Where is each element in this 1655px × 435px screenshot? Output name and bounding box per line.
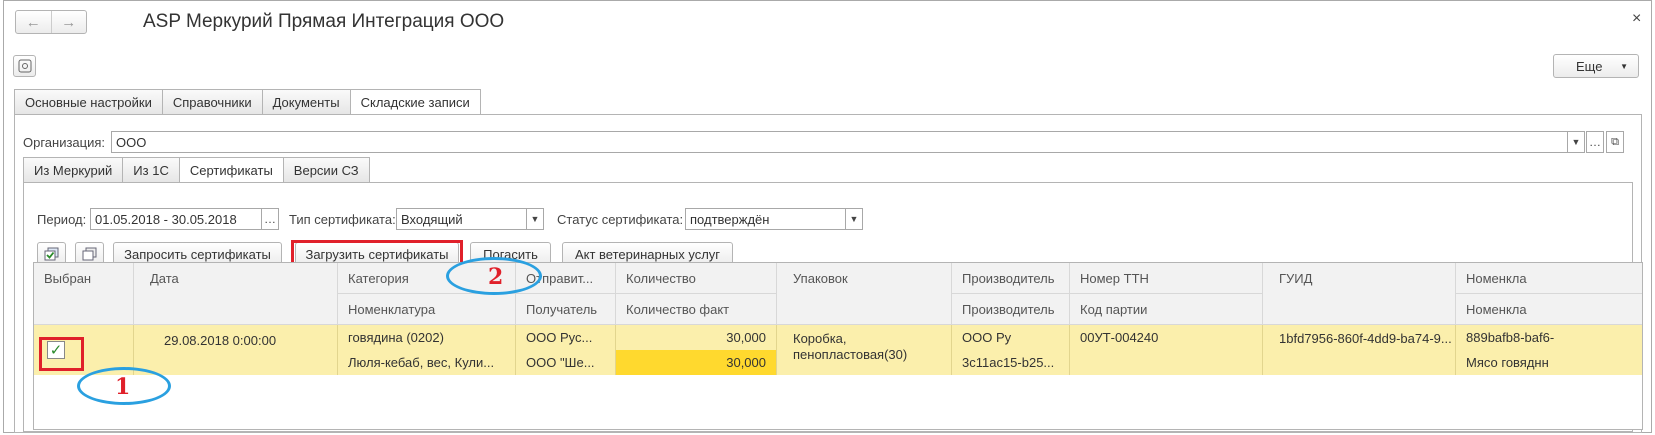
row-quantity-fact[interactable]: 30,000 (616, 350, 777, 375)
tab-main-settings[interactable]: Основные настройки (14, 89, 162, 115)
row-receiver: ООО "Ше... (516, 350, 616, 375)
cert-type-dropdown-button[interactable]: ▼ (526, 208, 544, 230)
tab-certificates[interactable]: Сертификаты (178, 157, 283, 183)
tab-from-1c[interactable]: Из 1С (122, 157, 179, 183)
more-button-label: Еще (1576, 58, 1603, 74)
organization-select-button[interactable]: … (1586, 131, 1604, 153)
tab-documents[interactable]: Документы (261, 89, 350, 115)
row-nomenclature-2: 889bafb8-baf6- (1456, 325, 1642, 350)
organization-open-button[interactable]: ⧉ (1606, 131, 1624, 153)
row-nomenclature-3: Мясо говяднн (1456, 350, 1642, 375)
more-button[interactable]: Еще ▼ (1553, 54, 1639, 78)
period-select-button[interactable]: … (261, 208, 279, 230)
settings-button[interactable] (13, 55, 36, 77)
chevron-down-icon: ▼ (1620, 61, 1628, 71)
period-label: Период: (37, 212, 87, 227)
header-nomenclature-3[interactable]: Номенкла (1456, 294, 1642, 325)
row-ttn: 00УТ-004240 (1070, 325, 1263, 350)
row-packages: Коробка, пенопластовая(30) (777, 325, 952, 375)
window-title: ASP Меркурий Прямая Интеграция ООО (143, 11, 505, 32)
header-guid[interactable]: ГУИД (1263, 263, 1456, 325)
annotation-number-2: 2 (488, 264, 504, 290)
uncheck-all-icon (82, 247, 96, 261)
check-all-icon (44, 247, 58, 261)
header-producer[interactable]: Производитель (952, 263, 1070, 294)
back-icon[interactable]: ← (16, 11, 51, 33)
header-batch[interactable]: Код партии (1070, 294, 1263, 325)
organization-field[interactable]: ООО (111, 131, 1568, 153)
header-receiver[interactable]: Получатель (516, 294, 616, 325)
header-quantity-fact[interactable]: Количество факт (616, 294, 777, 325)
header-packages[interactable]: Упаковок (777, 263, 952, 325)
row-producer: ООО Ру (952, 325, 1070, 350)
ellipsis-icon: … (264, 212, 276, 226)
header-ttn[interactable]: Номер ТТН (1070, 263, 1263, 294)
annotation-number-1: 1 (115, 374, 131, 400)
tab-from-mercury[interactable]: Из Меркурий (23, 157, 123, 183)
tab-warehouse-records[interactable]: Складские записи (349, 89, 481, 115)
period-field[interactable]: 01.05.2018 - 30.05.2018 (90, 208, 262, 230)
ellipsis-icon: … (1589, 135, 1601, 149)
row-sender: ООО Рус... (516, 325, 616, 350)
row-producer-2: 3c11ac15-b25... (952, 350, 1070, 375)
main-tabs: Основные настройки Справочники Документы… (14, 89, 481, 115)
row-date: 29.08.2018 0:00:00 (134, 325, 338, 375)
sub-tabs: Из Меркурий Из 1С Сертификаты Версии СЗ (23, 157, 370, 183)
tab-directories[interactable]: Справочники (161, 89, 262, 115)
settings-icon (18, 59, 31, 73)
cert-type-label: Тип сертификата: (289, 212, 396, 227)
chevron-down-icon: ▼ (530, 214, 540, 224)
organization-label: Организация: (23, 135, 106, 150)
header-nomenclature[interactable]: Номенклатура (338, 294, 516, 325)
row-quantity: 30,000 (616, 325, 777, 350)
row-category: говядина (0202) (338, 325, 516, 350)
header-producer-2[interactable]: Производитель (952, 294, 1070, 325)
row-guid: 1bfd7956-860f-4dd9-ba74-9... (1263, 325, 1456, 375)
close-icon[interactable]: × (1632, 10, 1641, 28)
certificates-table: Выбран Дата Категория Номенклатура Отпра… (33, 262, 1643, 430)
open-icon: ⧉ (1611, 135, 1619, 148)
chevron-down-icon: ▼ (1571, 137, 1581, 147)
cert-status-label: Статус сертификата: (557, 212, 684, 227)
checkbox-highlight (39, 337, 84, 371)
chevron-down-icon: ▼ (849, 214, 859, 224)
header-nomenclature-2[interactable]: Номенкла (1456, 263, 1642, 294)
cert-status-select[interactable]: подтверждён (685, 208, 846, 230)
cert-status-dropdown-button[interactable]: ▼ (845, 208, 863, 230)
header-quantity[interactable]: Количество (616, 263, 777, 294)
tab-versions[interactable]: Версии СЗ (282, 157, 370, 183)
row-nomenclature: Люля-кебаб, вес, Кули... (338, 350, 516, 375)
header-selected[interactable]: Выбран (34, 263, 134, 325)
forward-icon[interactable]: → (50, 11, 87, 33)
cert-type-select[interactable]: Входящий (396, 208, 527, 230)
navigation-buttons: ← → (15, 10, 87, 34)
organization-dropdown-button[interactable]: ▼ (1567, 131, 1585, 153)
row-batch (1070, 350, 1263, 375)
header-date[interactable]: Дата (134, 263, 338, 325)
